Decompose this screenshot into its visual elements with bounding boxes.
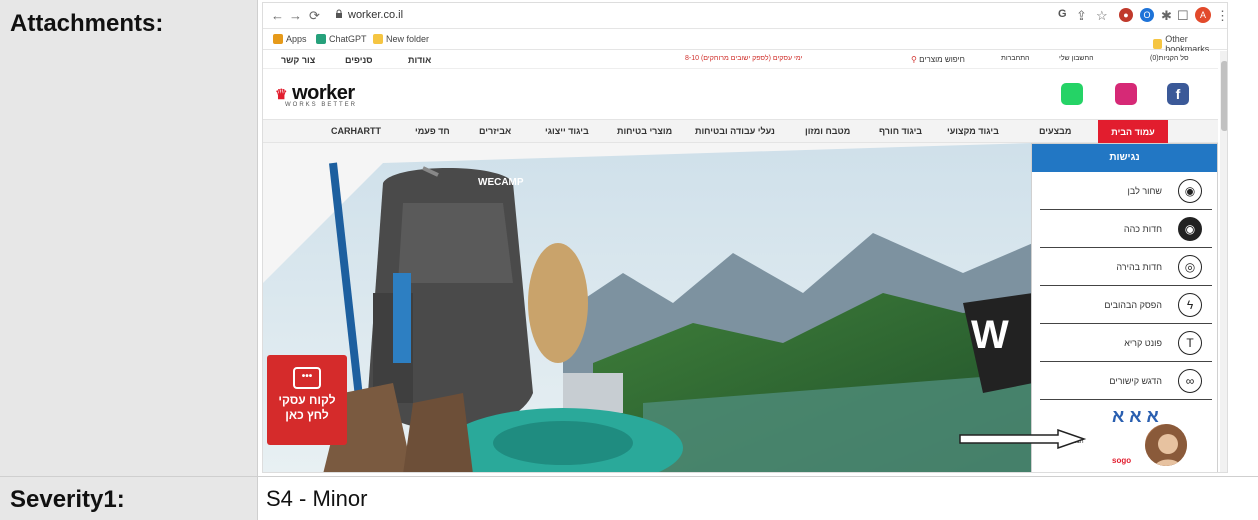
acc-black-white[interactable]: שחור לבן ◉ [1040, 172, 1212, 210]
severity-label: Severity1: [10, 486, 125, 513]
acc-highlight-links[interactable]: הדגש קישורים ∞ [1040, 362, 1212, 400]
attachments-label: Attachments: [10, 10, 164, 37]
menu-item-disposable[interactable]: חד פעמי [415, 126, 450, 136]
accessibility-title: נגישות [1032, 144, 1217, 172]
contact-link[interactable]: צור קשר [281, 55, 315, 65]
logo-row: ♛ worker WORKS BETTER f [263, 69, 1218, 119]
share-icon[interactable]: ⇪ [1076, 8, 1087, 24]
whatsapp-icon[interactable] [1061, 83, 1083, 105]
folder-icon [1153, 39, 1163, 49]
site-logo[interactable]: ♛ worker WORKS BETTER [275, 82, 357, 108]
promo-text: 8-10 ימי עסקים (לספק ישובים מרוחקים) [685, 55, 803, 62]
acc-light-contrast[interactable]: חדות בהירה ◎ [1040, 248, 1212, 286]
cart-link[interactable]: סל הקניות(0) [1150, 55, 1189, 62]
acc-readable-font[interactable]: פונט קריא T [1040, 324, 1212, 362]
search-icon: ⚲ [911, 55, 917, 64]
window-icon[interactable]: ☐ [1177, 8, 1189, 24]
scrollbar[interactable] [1220, 51, 1227, 472]
bookmark-chatgpt[interactable]: ChatGPT [316, 34, 367, 44]
chatgpt-icon [316, 34, 326, 44]
menu-item-safety[interactable]: מוצרי בטיחות [617, 126, 672, 136]
eye-outline-icon: ◎ [1178, 255, 1202, 279]
menu-item-shoes[interactable]: נעלי עבודה ובטיחות [695, 126, 775, 136]
screenshot-browser: ← → ⟳ worker.co.il G ⇪ ☆ ● O ✱ ☐ A ⋮ App… [262, 2, 1228, 473]
logo-tagline: WORKS BETTER [285, 102, 358, 108]
extension-o-icon[interactable]: O [1140, 8, 1154, 22]
business-customer-button[interactable]: ••• לקוח עסקי לחץ כאן [267, 355, 347, 445]
severity-value: S4 - Minor [266, 486, 368, 511]
account-link[interactable]: החשבון שלי [1059, 55, 1094, 62]
accessibility-panel: נגישות שחור לבן ◉ חדות כהה ◉ חדות בהירה ◎ ה… [1031, 143, 1218, 472]
font-icon: T [1178, 331, 1202, 355]
folder-icon [373, 34, 383, 44]
bookmark-new-folder[interactable]: New folder [373, 34, 429, 44]
branches-link[interactable]: סניפים [345, 55, 373, 65]
menu-item-carhartt[interactable]: CARHARTT [331, 126, 381, 136]
menu-item-professional[interactable]: ביגוד מקצועי [947, 126, 999, 136]
facebook-icon[interactable]: f [1167, 83, 1189, 105]
chat-icon: ••• [293, 367, 321, 389]
puzzle-icon[interactable]: ✱ [1161, 8, 1172, 24]
acc-stop-blinking[interactable]: הפסק הבהובים ϟ [1040, 286, 1212, 324]
lock-icon [336, 9, 342, 18]
reload-icon[interactable]: ⟳ [309, 8, 320, 24]
font-size-controls[interactable]: א א א [1112, 406, 1159, 427]
apps-icon [273, 34, 283, 44]
star-icon[interactable]: ☆ [1096, 8, 1108, 24]
severity-row: Severity1: S4 - Minor [0, 476, 1258, 520]
scrollbar-thumb[interactable] [1221, 61, 1227, 131]
more-icon[interactable]: ⋮ [1216, 8, 1227, 24]
business-customer-label: לקוח עסקי לחץ כאן [278, 393, 336, 422]
google-icon[interactable]: G [1058, 8, 1067, 20]
main-menu: CARHARTT חד פעמי אביזרים ביגוד ייצוגי מו… [263, 119, 1218, 144]
menu-item-home[interactable]: עמוד הבית [1098, 120, 1168, 144]
menu-item-kitchen[interactable]: מטבח ומזון [805, 126, 850, 136]
address-bar: ← → ⟳ worker.co.il G ⇪ ☆ ● O ✱ ☐ A ⋮ [263, 3, 1227, 29]
hero-brand: WECAMP [478, 177, 524, 188]
search-link[interactable]: ⚲ חיפוש מוצרים [911, 55, 965, 64]
hero-headline: W [971, 313, 1009, 357]
bookmarks-bar: Apps ChatGPT New folder Other bookmarks [263, 30, 1227, 54]
forward-icon[interactable]: → [289, 8, 302, 23]
profile-avatar[interactable]: A [1195, 7, 1211, 23]
about-link[interactable]: אודות [408, 55, 431, 65]
sogo-badge: sogo [1112, 456, 1132, 465]
logo-mark-icon: ♛ [275, 86, 288, 102]
eye-filled-icon: ◉ [1178, 217, 1202, 241]
support-avatar[interactable] [1143, 422, 1189, 468]
menu-item-sales[interactable]: מבצעים [1039, 126, 1071, 136]
menu-item-winter[interactable]: ביגוד חורף [879, 126, 922, 136]
attachments-row: Attachments: ← → ⟳ worker.co.il G ⇪ ☆ ● … [0, 0, 1258, 476]
attachments-label-cell: Attachments: [0, 0, 258, 476]
severity-label-cell: Severity1: [0, 477, 258, 520]
bookmark-apps[interactable]: Apps [273, 34, 307, 44]
eye-icon: ◉ [1178, 179, 1202, 203]
no-flash-icon: ϟ [1178, 293, 1202, 317]
link-icon: ∞ [1178, 369, 1202, 393]
annotation-arrow [959, 429, 1087, 449]
url-text[interactable]: worker.co.il [348, 9, 403, 21]
login-link[interactable]: התחברות [1001, 55, 1029, 62]
menu-item-accessories[interactable]: אביזרים [479, 126, 511, 136]
extension-icon[interactable]: ● [1119, 8, 1133, 22]
acc-dark-contrast[interactable]: חדות כהה ◉ [1040, 210, 1212, 248]
bug-report: Attachments: ← → ⟳ worker.co.il G ⇪ ☆ ● … [0, 0, 1258, 520]
menu-item-corporate[interactable]: ביגוד ייצוגי [545, 126, 589, 136]
back-icon[interactable]: ← [271, 8, 284, 23]
instagram-icon[interactable] [1115, 83, 1137, 105]
top-strip: צור קשר סניפים אודות 8-10 ימי עסקים (לספ… [263, 51, 1218, 69]
